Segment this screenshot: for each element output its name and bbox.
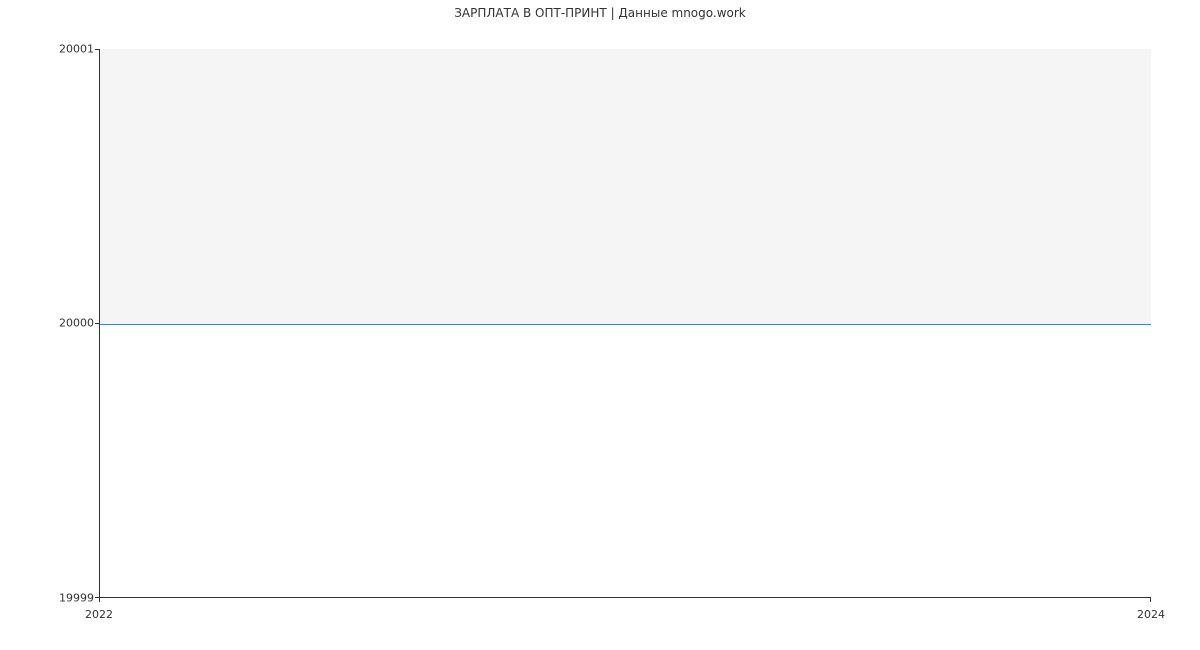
y-tick-mark <box>95 49 99 50</box>
plot-area <box>99 49 1151 598</box>
y-tick-mark <box>95 323 99 324</box>
x-tick-mark <box>1150 598 1151 602</box>
chart-title: ЗАРПЛАТА В ОПТ-ПРИНТ | Данные mnogo.work <box>0 6 1200 20</box>
x-tick-label: 2022 <box>85 608 113 621</box>
x-tick-label: 2024 <box>1137 608 1165 621</box>
plot-background-upper <box>99 49 1151 324</box>
x-tick-mark <box>99 598 100 602</box>
data-line <box>99 324 1151 325</box>
y-tick-label: 20001 <box>59 43 94 56</box>
y-tick-label: 20000 <box>59 317 94 330</box>
x-axis-line <box>99 597 1151 598</box>
y-axis-line <box>99 49 100 598</box>
y-tick-label: 19999 <box>59 592 94 605</box>
